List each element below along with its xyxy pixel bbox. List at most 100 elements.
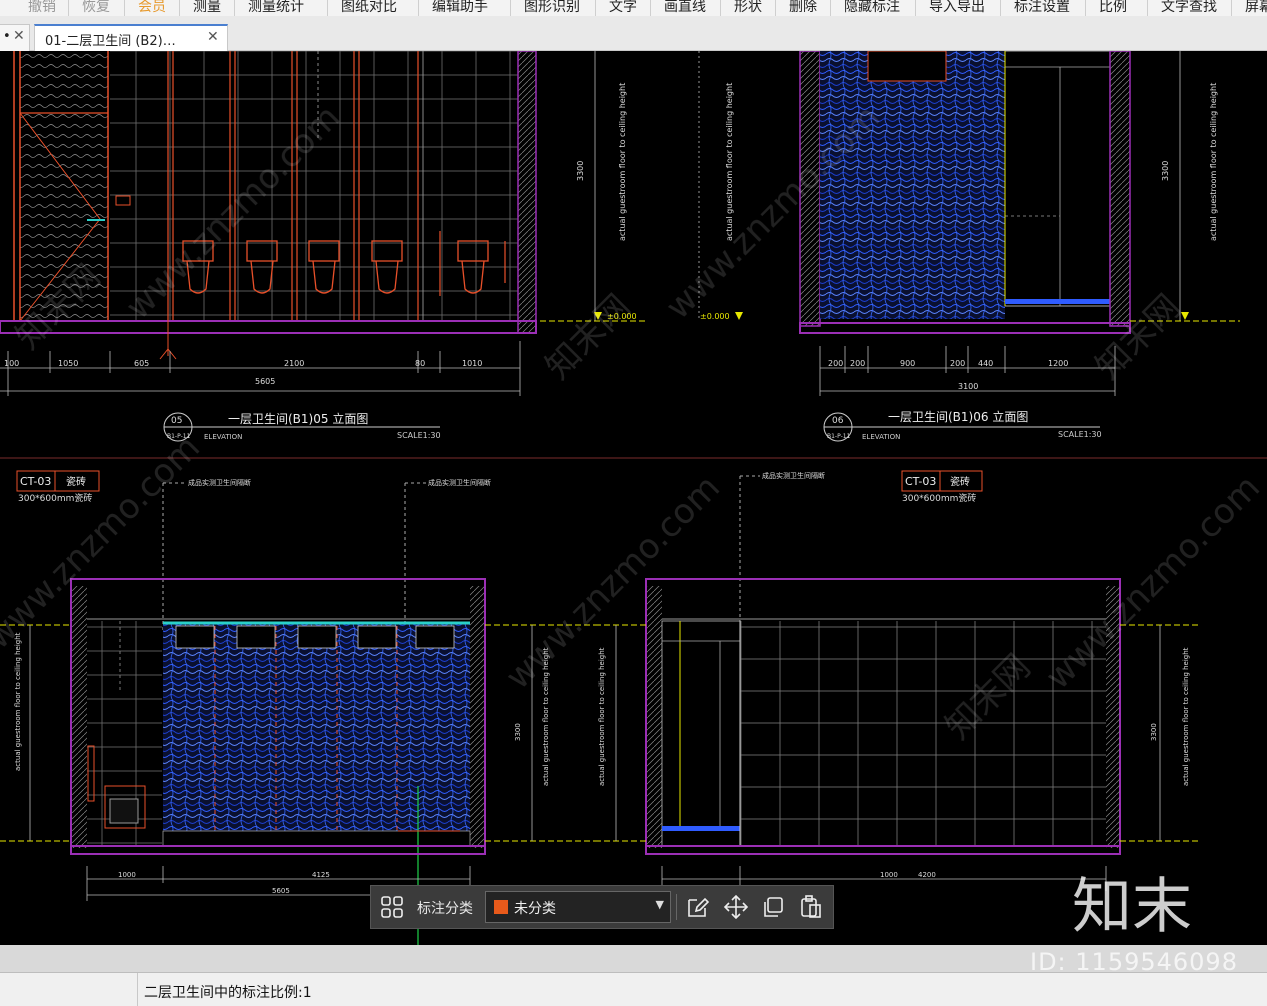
menu-item[interactable]: 测量 — [193, 0, 221, 16]
leader-note: 成品实测卫生间隔断 — [188, 478, 251, 487]
close-icon[interactable]: ✕ — [13, 28, 25, 44]
grid-icon[interactable] — [377, 892, 407, 922]
menu-separator — [595, 0, 596, 16]
height-dim: 3300 — [576, 161, 585, 181]
menu-item[interactable]: 屏幕 — [1245, 0, 1267, 16]
menu-item[interactable]: 会员 — [138, 0, 166, 16]
dim-text: 4200 — [918, 871, 936, 879]
material-code: CT-03 — [905, 475, 936, 488]
menu-item[interactable]: 图纸对比 — [341, 0, 397, 16]
menu-separator — [720, 0, 721, 16]
menu-item[interactable]: 测量统计 — [248, 0, 304, 16]
close-icon[interactable]: ✕ — [207, 29, 219, 45]
dim-text: 900 — [900, 359, 915, 368]
paste-icon[interactable] — [796, 892, 826, 922]
dim-text: 100 — [4, 359, 19, 368]
menu-item[interactable]: 形状 — [734, 0, 762, 16]
dim-text: 440 — [978, 359, 993, 368]
tab-bar: • ✕ 01-二层卫生间 (B2)… ✕ — [0, 16, 1267, 52]
ceiling-note: actual guestroom floor to ceiling height — [14, 632, 22, 771]
copy-icon[interactable] — [758, 892, 788, 922]
dim-text: 1000 — [118, 871, 136, 879]
ceiling-note: actual guestroom floor to ceiling height — [1182, 647, 1190, 786]
menu-separator — [1000, 0, 1001, 16]
menu-item[interactable]: 图形识别 — [524, 0, 580, 16]
menu-item[interactable]: 恢复 — [82, 0, 110, 16]
menu-separator — [68, 0, 69, 16]
dim-text: 1010 — [462, 359, 482, 368]
dim-text: 4125 — [312, 871, 330, 879]
elevation-scale: SCALE1:30 — [397, 431, 441, 440]
menu-separator — [915, 0, 916, 16]
menu-separator — [510, 0, 511, 16]
menu-item[interactable]: 标注设置 — [1014, 0, 1070, 16]
menu-separator — [124, 0, 125, 16]
elevation-number: 05 — [171, 416, 182, 426]
elevation-05: 100 1050 605 2100 80 1010 5605 3300 actu… — [0, 51, 743, 442]
menu-separator — [1147, 0, 1148, 16]
chevron-down-icon: ▼ — [655, 898, 664, 911]
menu-item[interactable]: 文字查找 — [1161, 0, 1217, 16]
menu-separator — [775, 0, 776, 16]
edit-icon[interactable] — [683, 892, 713, 922]
dim-text: 1000 — [880, 871, 898, 879]
watermark-logo: 知末 — [1072, 872, 1192, 940]
material-name: 瓷砖 — [66, 475, 86, 488]
material-spec: 300*600mm瓷砖 — [902, 492, 976, 504]
menu-item[interactable]: 隐藏标注 — [844, 0, 900, 16]
leader-note: 成品实测卫生间隔断 — [762, 471, 825, 480]
status-cell — [0, 973, 138, 1006]
dim-text: 1050 — [58, 359, 78, 368]
tab-previous[interactable]: • ✕ — [0, 24, 30, 51]
material-name: 瓷砖 — [950, 475, 970, 488]
elevation-subtitle: ELEVATION — [204, 433, 242, 441]
menu-separator — [1085, 0, 1086, 16]
sheet-number: B1-P-11 — [827, 433, 851, 440]
ceiling-note: actual guestroom floor to ceiling height — [618, 83, 627, 241]
category-color-swatch — [494, 900, 508, 914]
watermark-id: ID: 1159546098 — [1030, 948, 1238, 976]
menu-separator — [234, 0, 235, 16]
dim-text: 1200 — [1048, 359, 1068, 368]
dim-total: 5605 — [255, 377, 275, 386]
watermark-logo-text: 知末 — [1072, 872, 1192, 940]
dim-total: 3100 — [958, 382, 978, 391]
menu-item[interactable]: 导入导出 — [929, 0, 985, 16]
dim-text: 200 — [828, 359, 843, 368]
menu-item[interactable]: 编辑助手 — [432, 0, 488, 16]
menu-separator — [327, 0, 328, 16]
dim-text: 200 — [850, 359, 865, 368]
menu-item[interactable]: 比例 — [1099, 0, 1127, 16]
menu-item[interactable]: 删除 — [789, 0, 817, 16]
elevation-subtitle: ELEVATION — [862, 433, 900, 441]
height-dim: 3300 — [1161, 161, 1170, 181]
toolbar-divider — [676, 894, 677, 920]
menu-item[interactable]: 画直线 — [664, 0, 706, 16]
ceiling-note: actual guestroom floor to ceiling height — [1209, 83, 1218, 241]
menu-separator — [1231, 0, 1232, 16]
elevation-title: 一层卫生间(B1)05 立面图 — [228, 411, 368, 426]
classification-label: 标注分类 — [417, 901, 473, 917]
dim-text: 2100 — [284, 359, 304, 368]
cad-drawing: 100 1050 605 2100 80 1010 5605 3300 actu… — [0, 51, 1267, 945]
elevation-title: 一层卫生间(B1)06 立面图 — [888, 409, 1028, 424]
menu-item[interactable]: 文字 — [609, 0, 637, 16]
height-dim: 3300 — [514, 723, 522, 741]
menu-bar: 撤销 恢复 会员 测量 测量统计 图纸对比 编辑助手 图形识别 文字 画直线 形状 删除 隐藏标注 导入导… — [0, 0, 1267, 16]
classification-select[interactable]: 未分类 ▼ — [485, 891, 671, 923]
watermark-text: 知末网 — [538, 287, 638, 387]
drawing-canvas[interactable]: 100 1050 605 2100 80 1010 5605 3300 actu… — [0, 51, 1267, 945]
dim-total: 5605 — [272, 887, 290, 895]
menu-item[interactable]: 撤销 — [28, 0, 56, 16]
tab-label: 01-二层卫生间 (B2)… — [45, 34, 176, 49]
leader-note: 成品实测卫生间隔断 — [428, 478, 491, 487]
tab-current-drawing[interactable]: 01-二层卫生间 (B2)… ✕ — [34, 24, 228, 52]
menu-separator — [179, 0, 180, 16]
status-bar: 二层卫生间中的标注比例:1 — [0, 972, 1267, 1006]
level-mark: ±0.000 — [700, 312, 730, 321]
height-dim: 3300 — [1150, 723, 1158, 741]
tab-label: • — [3, 29, 11, 44]
dim-text: 605 — [134, 359, 149, 368]
move-icon[interactable] — [721, 892, 751, 922]
menu-separator — [418, 0, 419, 16]
